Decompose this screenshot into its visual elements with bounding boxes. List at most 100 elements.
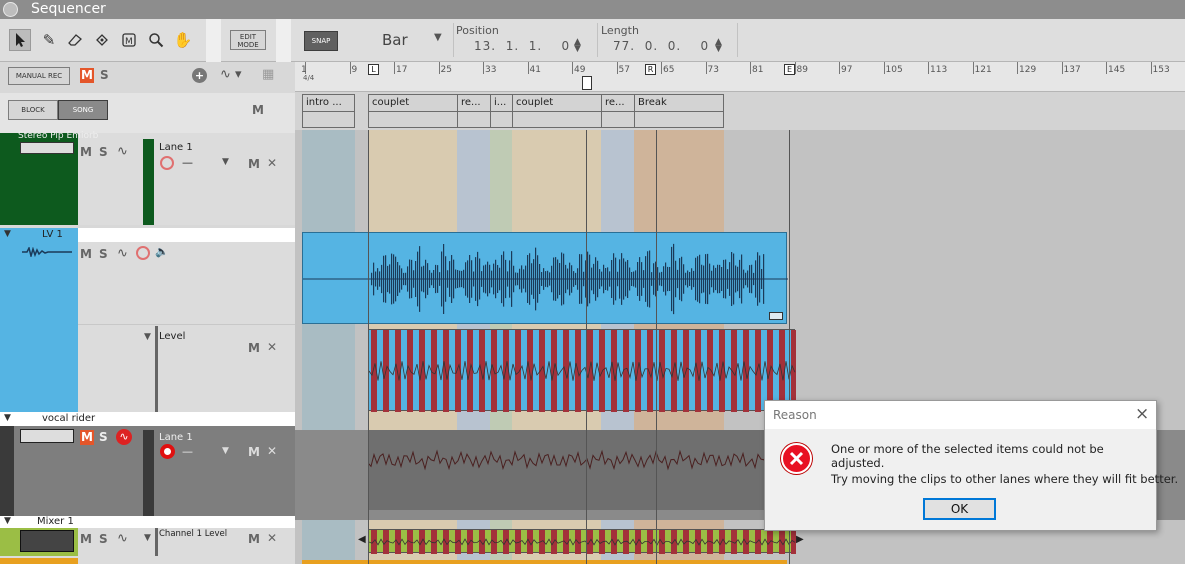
error-icon — [781, 443, 812, 474]
ok-button[interactable]: OK — [923, 498, 996, 520]
block-couplet[interactable]: couplet — [368, 94, 458, 128]
lane-collapse-icon[interactable]: ▼ — [144, 332, 151, 342]
track-solo-button[interactable]: S — [99, 430, 108, 444]
ruler-tick — [438, 62, 440, 74]
chevron-down-icon[interactable]: ▼ — [222, 446, 229, 456]
separator — [453, 23, 454, 57]
left-locator-marker[interactable]: L — [368, 64, 379, 75]
add-track-icon[interactable]: + — [192, 68, 207, 83]
master-mute-button[interactable]: M — [80, 68, 94, 83]
end-marker[interactable]: E — [784, 64, 795, 75]
record-arm-icon[interactable] — [160, 444, 175, 459]
clip-left-arrow-icon[interactable]: ◀ — [358, 534, 366, 545]
block-break[interactable]: Break — [634, 94, 724, 128]
block-label: couplet — [372, 97, 410, 108]
track-solo-button[interactable]: S — [99, 247, 108, 261]
right-locator-marker[interactable]: R — [645, 64, 656, 75]
blocks-mute-button[interactable]: M — [252, 103, 264, 117]
length-spinner-icon[interactable]: ▲ ▼ — [715, 38, 722, 54]
lane-mute-button[interactable]: M — [248, 341, 260, 355]
block-intro[interactable]: intro ... — [302, 94, 355, 128]
track-mute-button[interactable]: M — [80, 247, 92, 261]
ruler-tick — [972, 62, 974, 74]
block-inner — [513, 111, 601, 127]
block-refrain-2[interactable]: re... — [601, 94, 635, 128]
pencil-icon[interactable]: ✎ — [38, 29, 60, 51]
lane-mute-button[interactable]: M — [248, 532, 260, 546]
automation-icon[interactable]: ∿ ▾ — [220, 67, 242, 82]
track-vocal-rider: ▼ vocal rider M S ∿ Lane 1 — ▼ M ✕ — [0, 412, 295, 516]
record-arm-icon[interactable] — [136, 246, 150, 260]
audio-clip-lv1[interactable] — [302, 232, 788, 324]
grid-icon[interactable]: ▦ — [262, 67, 274, 82]
lane-collapse-icon[interactable]: ▼ — [144, 533, 151, 543]
lane-color-strip — [143, 430, 154, 516]
track-name: vocal rider — [42, 413, 96, 424]
lane-delete-icon[interactable]: ✕ — [267, 340, 277, 354]
clip-right-arrow-icon[interactable]: ▶ — [796, 534, 804, 545]
record-arm-icon[interactable] — [160, 156, 174, 170]
ruler-tick — [349, 62, 351, 74]
master-solo-button[interactable]: S — [100, 68, 109, 82]
magnify-icon[interactable] — [145, 29, 167, 51]
dialog-titlebar: Reason × — [765, 401, 1156, 429]
track-mute-button[interactable]: M — [80, 145, 92, 159]
ruler-bar-label: 49 — [574, 65, 586, 75]
edit-mode-button[interactable]: EDIT MODE — [230, 30, 266, 50]
toolbar-divider — [276, 19, 291, 62]
automation-clip-vocal-rider[interactable] — [368, 430, 795, 510]
song-button[interactable]: SONG — [58, 100, 108, 120]
select-arrow-icon[interactable] — [9, 29, 31, 51]
automation-clip-level[interactable] — [368, 329, 796, 412]
chevron-down-icon[interactable]: ▼ — [222, 157, 229, 167]
ruler-tick — [750, 62, 751, 74]
lane-delete-icon[interactable]: ✕ — [267, 444, 277, 458]
lane-mute-button[interactable]: M — [248, 445, 260, 459]
track-collapse-icon[interactable]: ▼ — [4, 413, 11, 423]
automation-clip-channel-level[interactable] — [368, 529, 796, 554]
song-position-marker[interactable] — [582, 76, 592, 90]
manual-rec-button[interactable]: MANUAL REC — [8, 67, 70, 85]
block-interlude[interactable]: i... — [490, 94, 513, 128]
length-value[interactable]: 77. 0. 0. 0 — [613, 39, 709, 53]
automation-icon[interactable]: ∿ — [117, 531, 128, 546]
hand-icon[interactable]: ✋ — [172, 29, 194, 51]
ruler-bar-label: 113 — [930, 65, 948, 75]
speaker-icon[interactable]: 🔈 — [155, 245, 169, 258]
position-value[interactable]: 13. 1. 1. 0 — [474, 39, 570, 53]
ruler-bar-label: 137 — [1063, 65, 1081, 75]
position-spinner-icon[interactable]: ▲ ▼ — [574, 38, 581, 54]
lane-delete-icon[interactable]: ✕ — [267, 531, 277, 545]
clip-handle-icon[interactable] — [769, 312, 783, 320]
block-label: re... — [461, 97, 481, 108]
automation-rec-icon[interactable]: ∿ — [116, 429, 132, 445]
snap-value-select[interactable]: Bar ▼ — [372, 29, 450, 51]
block-couplet-2[interactable]: couplet — [512, 94, 602, 128]
block-label: Break — [638, 97, 667, 108]
eraser-icon[interactable] — [64, 29, 86, 51]
mute-tool-icon[interactable]: M — [118, 29, 140, 51]
block-refrain[interactable]: re... — [457, 94, 491, 128]
right-locator-line — [656, 130, 657, 564]
close-icon[interactable]: × — [1135, 404, 1149, 424]
block-button[interactable]: BLOCK — [8, 100, 58, 120]
track-mixer1: ▼ Mixer 1 M S ∿ ▼ Channel 1 Level M ✕ — [0, 516, 295, 564]
track-collapse-icon[interactable]: ▼ — [4, 516, 11, 526]
track-mute-button[interactable]: M — [80, 430, 94, 445]
lane-mute-button[interactable]: M — [248, 157, 260, 171]
dialog-title: Reason — [773, 408, 817, 422]
track-solo-button[interactable]: S — [99, 145, 108, 159]
snap-button[interactable]: SNAP — [304, 31, 338, 51]
timeline-ruler[interactable]: 4/4 1 9 17 25 33 41 49 57 65 73 81 89 97 105 113 121 129… — [295, 62, 1185, 92]
window-menu-icon[interactable] — [3, 2, 18, 17]
razor-icon[interactable] — [91, 29, 113, 51]
track-collapse-icon[interactable]: ▼ — [4, 229, 11, 239]
track-mute-button[interactable]: M — [80, 532, 92, 546]
lane-delete-icon[interactable]: ✕ — [267, 156, 277, 170]
ruler-tick — [616, 62, 618, 74]
device-icon — [20, 142, 74, 154]
track-solo-button[interactable]: S — [99, 532, 108, 546]
automation-icon[interactable]: ∿ — [117, 246, 128, 261]
automation-icon[interactable]: ∿ — [117, 144, 128, 159]
ruler-tick — [527, 62, 529, 74]
